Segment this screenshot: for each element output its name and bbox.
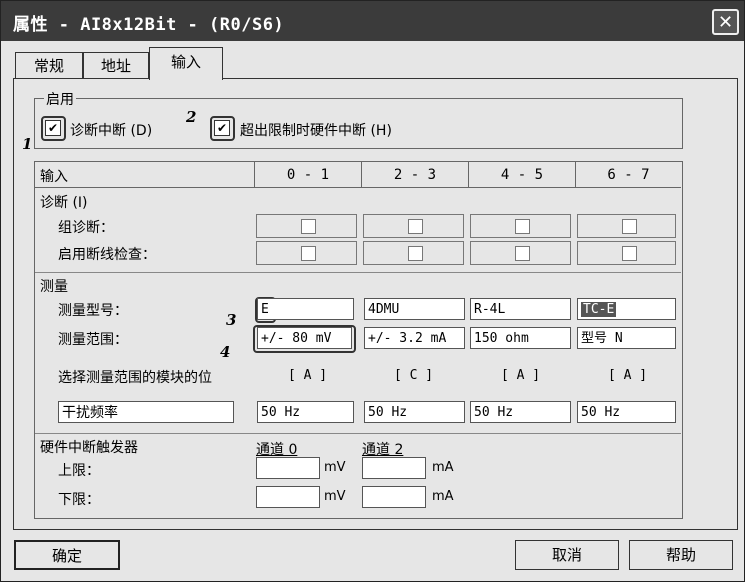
tab-general[interactable]: 常规 (15, 52, 83, 79)
ok-button[interactable]: 确定 (14, 540, 120, 570)
interference-label-field: 干扰频率 (58, 401, 234, 423)
upper-limit-ch0-input[interactable] (256, 457, 320, 479)
diag-interrupt-checkbox[interactable]: ✔ (45, 120, 61, 136)
diag-interrupt-label: 诊断中断 (D) (70, 123, 153, 139)
hw-interrupt-checkbox[interactable]: ✔ (214, 120, 230, 136)
measure-range-field-3[interactable]: 型号 N (577, 327, 676, 349)
interference-field-2[interactable]: 50 Hz (470, 401, 571, 423)
lower-limit-ch0-input[interactable] (256, 486, 320, 508)
section-divider (35, 272, 681, 273)
module-position-0: [ A ] (288, 368, 328, 383)
callout-number-1: 1 (22, 135, 33, 153)
wire-break-label: 启用断线检查： (58, 247, 156, 263)
checkbox-disabled-icon (408, 246, 423, 261)
wire-break-cell-2[interactable] (470, 241, 571, 265)
channel-header-0: 0 - 1 (255, 162, 362, 188)
tab-address[interactable]: 地址 (83, 52, 149, 79)
wire-break-cell-1[interactable] (363, 241, 464, 265)
upper-unit-ch0: mV (324, 460, 346, 475)
upper-limit-label: 上限： (58, 463, 100, 479)
checkmark-icon: ✔ (47, 121, 59, 135)
callout-number-4: 4 (220, 343, 231, 361)
measure-type-field-2[interactable]: R-4L (470, 298, 571, 320)
module-position-2: [ A ] (501, 368, 541, 383)
measure-type-field-1[interactable]: 4DMU (364, 298, 465, 320)
channel-header-3: 6 - 7 (607, 167, 650, 183)
measure-range-label: 测量范围： (58, 332, 128, 348)
tab-input[interactable]: 输入 (149, 47, 223, 80)
lower-unit-ch0: mV (324, 489, 346, 504)
interference-field-1[interactable]: 50 Hz (364, 401, 465, 423)
selected-type-text: TC-E (581, 302, 617, 317)
properties-dialog: 属性 - AI8x12Bit - (R0/S6) ✕ 常规 地址 输入 启用 1… (0, 0, 745, 582)
measure-type-field-0[interactable]: E (257, 298, 354, 320)
wire-break-cell-0[interactable] (256, 241, 357, 265)
hw-trigger-title: 硬件中断触发器 (40, 440, 138, 456)
group-diag-cell-2[interactable] (470, 214, 571, 238)
callout-number-2: 2 (186, 108, 197, 126)
channel-header-2: 4 - 5 (469, 162, 576, 188)
interference-field-3[interactable]: 50 Hz (577, 401, 676, 423)
input-header-label: 输入 (40, 169, 68, 185)
interference-field-0[interactable]: 50 Hz (257, 401, 354, 423)
hw-interrupt-label: 超出限制时硬件中断 (H) (240, 123, 392, 139)
checkbox-disabled-icon (301, 219, 316, 234)
window-title: 属性 - AI8x12Bit - (R0/S6) (13, 15, 285, 35)
measure-title: 测量 (40, 279, 68, 295)
diagnostics-title: 诊断 (I) (40, 195, 88, 211)
section-divider (35, 433, 681, 434)
lower-limit-label: 下限： (58, 492, 100, 508)
title-bar: 属性 - AI8x12Bit - (R0/S6) ✕ (1, 1, 744, 41)
checkbox-disabled-icon (408, 219, 423, 234)
lower-unit-ch2: mA (432, 489, 454, 504)
upper-unit-ch2: mA (432, 460, 454, 475)
cancel-button[interactable]: 取消 (515, 540, 619, 570)
group-diag-label: 组诊断： (58, 220, 114, 236)
checkbox-disabled-icon (515, 246, 530, 261)
tab-address-label: 地址 (100, 57, 131, 75)
close-button[interactable]: ✕ (712, 9, 739, 35)
enable-legend: 启用 (44, 89, 76, 109)
group-diag-cell-0[interactable] (256, 214, 357, 238)
checkbox-disabled-icon (301, 246, 316, 261)
lower-limit-ch2-input[interactable] (362, 486, 426, 508)
checkmark-icon: ✔ (216, 121, 228, 135)
measure-type-field-3[interactable]: TC-E (577, 298, 676, 320)
module-position-label: 选择测量范围的模块的位 (58, 370, 212, 386)
callout-number-3: 3 (226, 311, 237, 329)
group-diag-cell-3[interactable] (577, 214, 676, 238)
measure-range-field-0[interactable]: +/- 80 mV (257, 327, 352, 349)
measure-type-label: 测量型号： (58, 303, 128, 319)
checkbox-disabled-icon (622, 219, 637, 234)
measure-range-field-1[interactable]: +/- 3.2 mA (364, 327, 465, 349)
channel-0-label: 通道 0 (256, 442, 298, 458)
group-diag-cell-1[interactable] (363, 214, 464, 238)
channel-2-label: 通道 2 (362, 442, 404, 458)
upper-limit-ch2-input[interactable] (362, 457, 426, 479)
measure-range-field-2[interactable]: 150 ohm (470, 327, 571, 349)
checkbox-disabled-icon (622, 246, 637, 261)
tab-panel: 启用 1 ✔ 诊断中断 (D) 2 ✔ 超出限制时硬件中断 (H) 输入 0 -… (13, 78, 738, 530)
tab-general-label: 常规 (33, 57, 64, 75)
close-icon: ✕ (717, 12, 734, 33)
help-button[interactable]: 帮助 (629, 540, 733, 570)
tab-input-label: 输入 (170, 53, 201, 71)
module-position-3: [ A ] (608, 368, 648, 383)
wire-break-cell-3[interactable] (577, 241, 676, 265)
checkbox-disabled-icon (515, 219, 530, 234)
channel-header-1: 2 - 3 (362, 162, 469, 188)
module-position-1: [ C ] (394, 368, 434, 383)
